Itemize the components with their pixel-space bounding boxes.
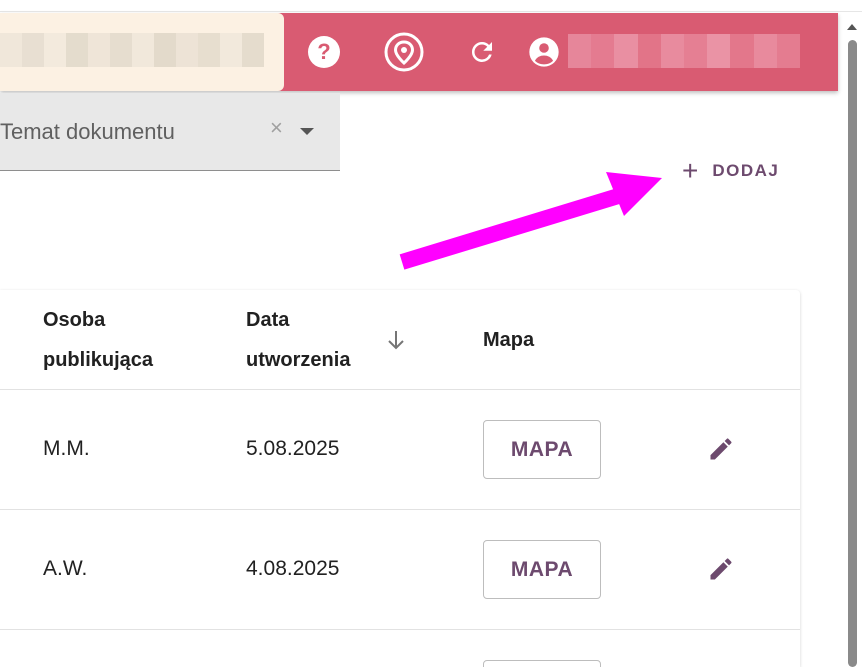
dropdown-caret-icon[interactable] [300, 128, 314, 135]
map-button-partial[interactable] [483, 660, 601, 667]
column-header-map[interactable]: Mapa [483, 320, 534, 360]
table-cell-person: M.M. [43, 437, 90, 460]
edit-pencil-icon[interactable] [707, 555, 735, 583]
annotation-arrow-shaft [399, 186, 628, 270]
column-header-person-line1: Osoba [43, 309, 106, 331]
location-pin-icon[interactable] [384, 32, 424, 72]
refresh-icon[interactable] [464, 34, 500, 70]
column-header-date-line2: utworzenia [246, 349, 351, 371]
redacted-user-name [568, 34, 800, 68]
document-topic-label: Temat dokumentu [0, 119, 175, 144]
row-divider [0, 389, 800, 390]
table-cell-date: 5.08.2025 [246, 437, 340, 460]
scroll-up-arrow-icon[interactable] [847, 24, 857, 30]
edit-pencil-icon[interactable] [707, 435, 735, 463]
scrollbar-thumb[interactable] [848, 40, 857, 667]
account-icon[interactable] [528, 36, 560, 68]
column-header-person-line2: publikująca [43, 349, 154, 371]
search-box[interactable] [0, 13, 284, 91]
row-divider [0, 509, 800, 510]
sort-arrow-down-icon[interactable] [384, 328, 408, 352]
column-header-date[interactable]: Data utworzenia [246, 300, 350, 380]
map-button[interactable]: MAPA [483, 420, 601, 479]
redacted-search-text [0, 33, 264, 67]
clear-icon[interactable]: × [270, 117, 283, 139]
table-cell-person: A.W. [43, 557, 88, 580]
table-cell-date: 4.08.2025 [246, 557, 340, 580]
column-header-person[interactable]: Osoba publikująca [43, 300, 153, 380]
app-header: ? [0, 13, 838, 91]
add-button-label: DODAJ [712, 161, 780, 180]
column-header-date-line1: Data [246, 309, 290, 331]
svg-text:?: ? [317, 39, 330, 64]
window-top-edge [0, 0, 862, 12]
annotation-arrow-head [606, 172, 662, 216]
plus-icon: + [682, 155, 699, 186]
map-button[interactable]: MAPA [483, 540, 601, 599]
help-icon[interactable]: ? [306, 34, 342, 70]
row-divider [0, 629, 800, 630]
add-button[interactable]: + DODAJ [672, 152, 789, 190]
document-topic-select[interactable]: Temat dokumentu × [0, 93, 340, 171]
